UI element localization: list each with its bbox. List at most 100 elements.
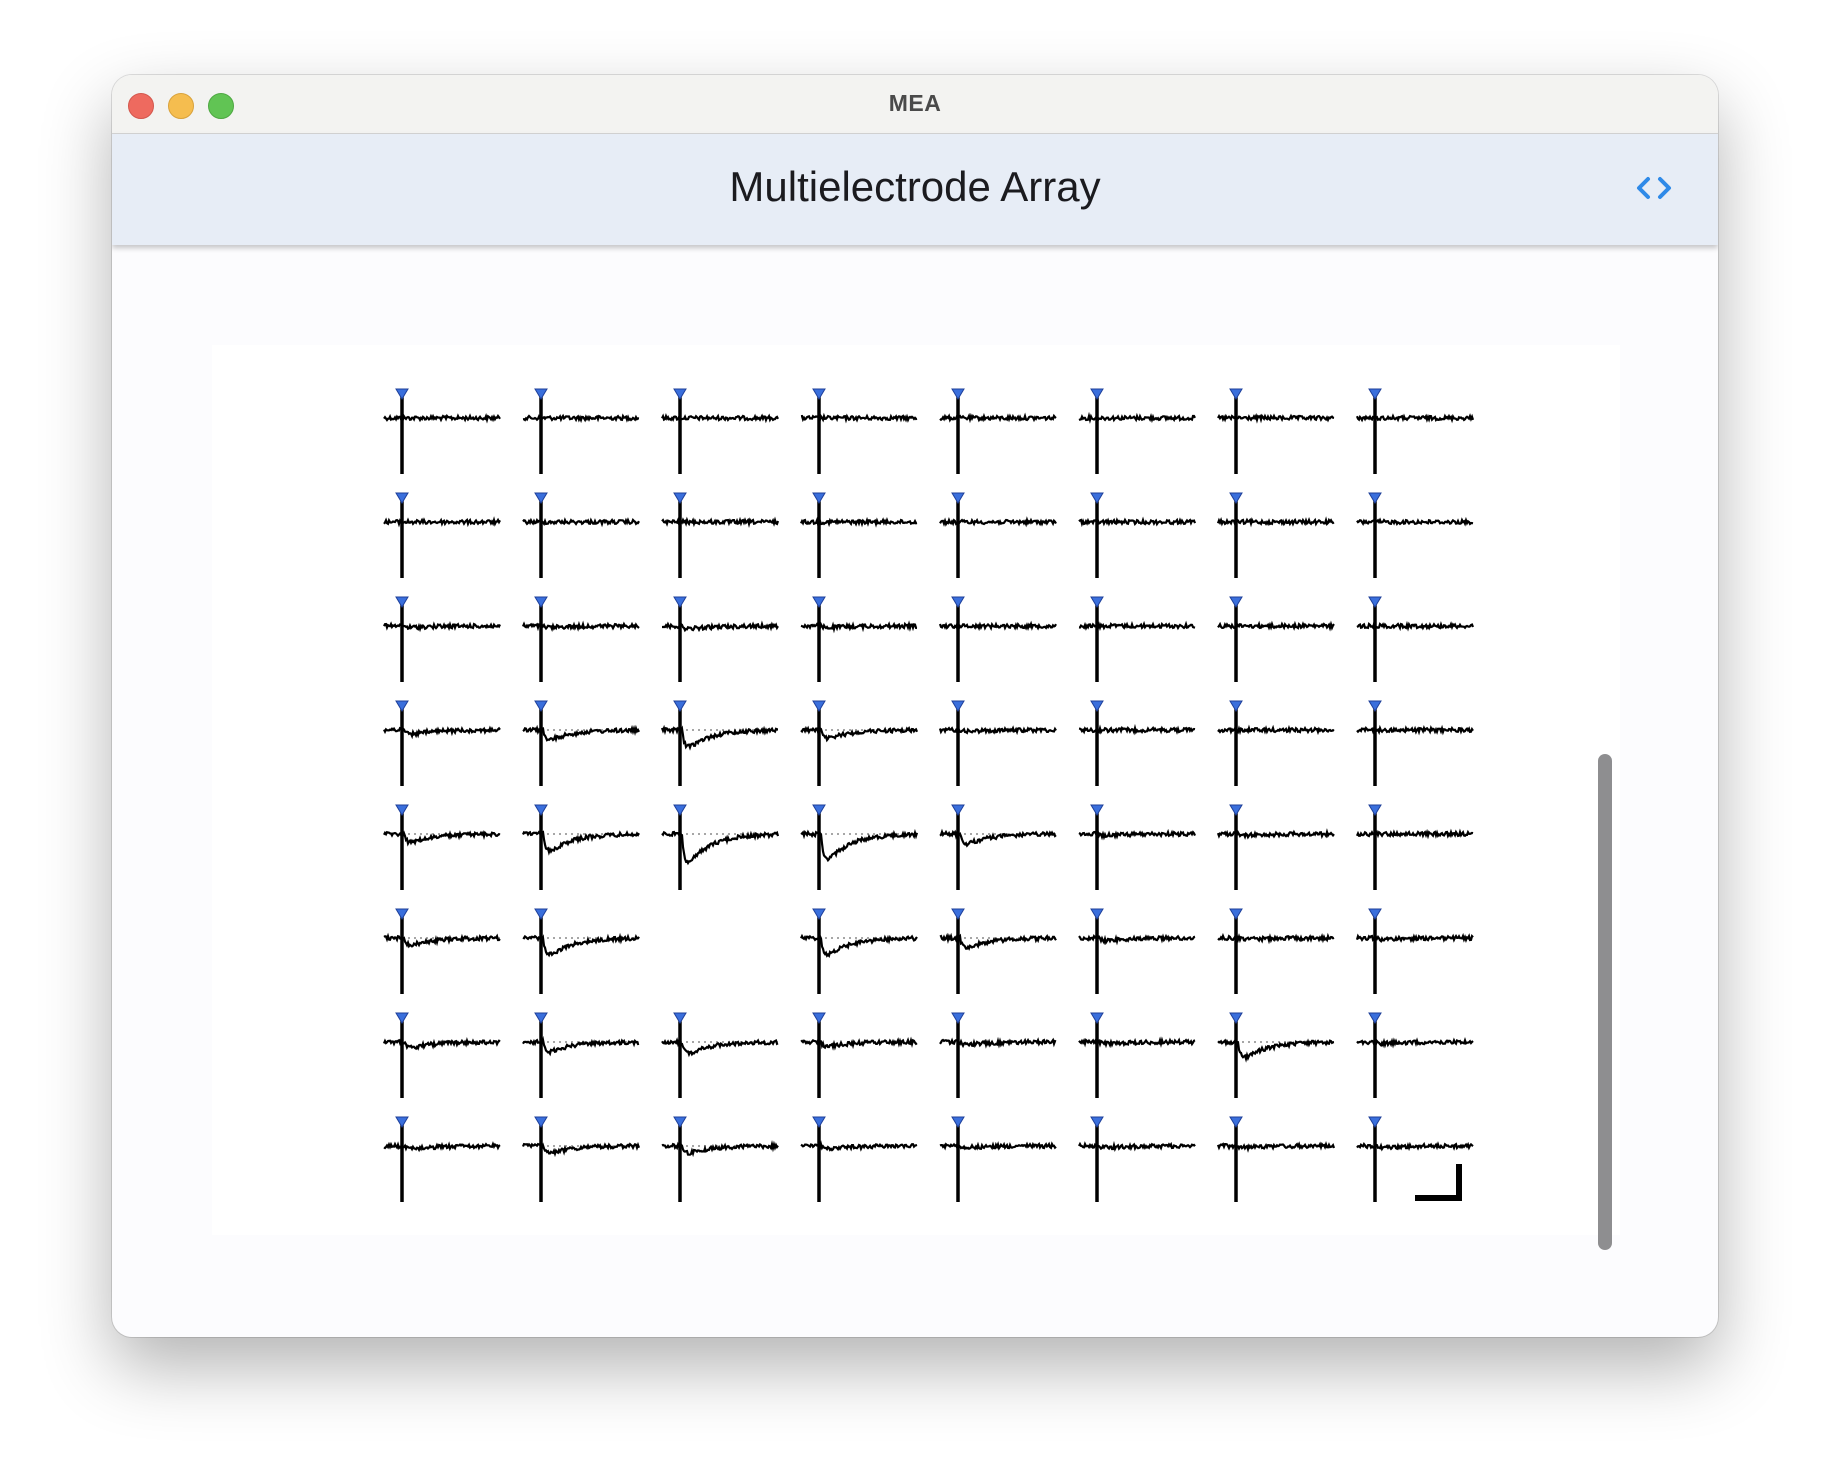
electrode-5-7 (1355, 908, 1474, 994)
electrode-4-3 (800, 804, 919, 890)
electrode-4-1 (522, 804, 641, 890)
electrode-6-4 (939, 1012, 1057, 1098)
stimulus-marker-icon (534, 908, 548, 920)
electrode-0-5 (1078, 388, 1196, 474)
electrode-5-4 (939, 908, 1058, 994)
page-title: Multielectrode Array (729, 163, 1101, 210)
code-brackets-icon[interactable] (1632, 166, 1676, 210)
stimulus-marker-icon (673, 388, 687, 400)
electrode-1-7 (1356, 492, 1474, 578)
stimulus-marker-icon (673, 1012, 687, 1024)
electrode-7-1 (521, 1116, 641, 1202)
stimulus-marker-icon (673, 596, 687, 608)
electrode-3-7 (1356, 700, 1474, 786)
stimulus-marker-icon (1090, 700, 1104, 712)
stimulus-marker-icon (812, 596, 826, 608)
window-title: MEA (888, 90, 942, 116)
stimulus-marker-icon (812, 908, 826, 920)
stimulus-marker-icon (534, 700, 548, 712)
mea-plot-area (212, 345, 1620, 1235)
electrode-2-2 (662, 596, 779, 682)
electrode-6-7 (1356, 1012, 1474, 1098)
electrode-0-6 (1217, 388, 1335, 474)
electrode-1-4 (939, 492, 1057, 578)
electrode-6-6 (1217, 1012, 1336, 1098)
electrode-0-7 (1355, 388, 1475, 474)
electrode-6-5 (1078, 1012, 1196, 1098)
electrode-2-3 (800, 596, 918, 682)
app-window: MEA Multielectrode Array (112, 75, 1718, 1337)
stimulus-marker-icon (395, 596, 409, 608)
electrode-7-5 (1078, 1116, 1196, 1202)
stimulus-marker-icon (1090, 1012, 1104, 1024)
electrode-3-4 (938, 700, 1057, 786)
stimulus-marker-icon (395, 492, 409, 504)
stimulus-marker-icon (1229, 388, 1243, 400)
electrode-5-5 (1078, 908, 1196, 994)
electrode-1-5 (1078, 492, 1197, 578)
stimulus-marker-icon (534, 388, 548, 400)
stimulus-marker-icon (812, 1012, 826, 1024)
electrode-2-0 (383, 596, 501, 682)
stimulus-marker-icon (534, 1116, 548, 1128)
electrode-4-6 (1216, 804, 1335, 890)
electrode-2-5 (1078, 596, 1196, 682)
scale-bar (1415, 1164, 1462, 1201)
stimulus-marker-icon (1229, 1116, 1243, 1128)
electrode-1-6 (1216, 492, 1335, 578)
electrode-6-3 (800, 1012, 918, 1098)
stimulus-marker-icon (395, 1116, 409, 1128)
stimulus-marker-icon (812, 700, 826, 712)
electrode-3-0 (383, 700, 501, 786)
stimulus-marker-icon (395, 700, 409, 712)
electrode-2-4 (938, 596, 1057, 682)
electrode-7-0 (383, 1116, 501, 1202)
electrode-4-7 (1355, 804, 1474, 890)
vertical-scrollbar[interactable] (1598, 754, 1612, 1250)
stimulus-marker-icon (534, 804, 548, 816)
electrode-4-5 (1078, 804, 1197, 890)
stimulus-marker-icon (395, 908, 409, 920)
electrode-2-6 (1217, 596, 1335, 682)
stimulus-marker-icon (1090, 804, 1104, 816)
electrode-4-4 (939, 804, 1058, 890)
stimulus-marker-icon (1229, 804, 1243, 816)
stimulus-marker-icon (1368, 1116, 1382, 1128)
stimulus-marker-icon (1090, 388, 1104, 400)
electrode-6-0 (382, 1012, 501, 1098)
stimulus-marker-icon (673, 1116, 687, 1128)
electrode-7-4 (939, 1116, 1057, 1202)
stimulus-marker-icon (951, 700, 965, 712)
stimulus-marker-icon (812, 388, 826, 400)
stimulus-marker-icon (812, 804, 826, 816)
stimulus-marker-icon (673, 700, 687, 712)
electrode-0-2 (661, 388, 779, 474)
stimulus-marker-icon (1368, 492, 1382, 504)
stimulus-marker-icon (1368, 804, 1382, 816)
electrode-7-3 (800, 1116, 918, 1202)
electrode-2-1 (521, 596, 640, 682)
title-bar: MEA (112, 75, 1718, 134)
electrode-1-2 (661, 492, 780, 578)
app-header: Multielectrode Array (112, 134, 1718, 245)
stimulus-marker-icon (951, 804, 965, 816)
electrode-3-5 (1078, 700, 1196, 786)
content-area (112, 245, 1718, 1337)
electrode-6-1 (522, 1012, 641, 1098)
electrode-5-6 (1217, 908, 1335, 994)
stimulus-marker-icon (951, 388, 965, 400)
stimulus-marker-icon (1090, 1116, 1104, 1128)
mea-trace-grid (382, 388, 1475, 1202)
stimulus-marker-icon (951, 1012, 965, 1024)
electrode-3-3 (800, 700, 919, 786)
electrode-1-1 (522, 492, 640, 578)
electrode-7-7 (1356, 1116, 1474, 1202)
electrode-5-3 (800, 908, 919, 994)
stimulus-marker-icon (1368, 388, 1382, 400)
electrode-7-2 (661, 1116, 780, 1202)
electrode-3-1 (522, 700, 641, 786)
electrode-0-4 (939, 388, 1057, 474)
electrode-5-0 (383, 908, 502, 994)
stimulus-marker-icon (1090, 596, 1104, 608)
electrode-1-3 (800, 492, 918, 578)
